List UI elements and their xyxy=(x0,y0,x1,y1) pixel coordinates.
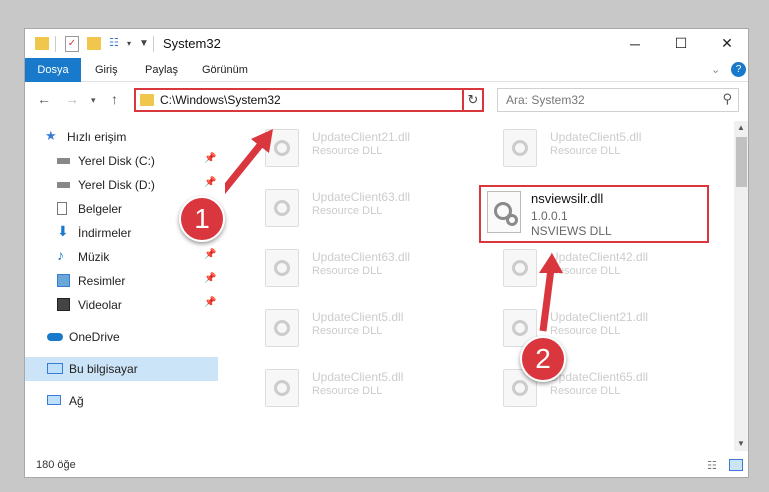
document-icon xyxy=(57,202,67,215)
pin-icon[interactable]: 📌 xyxy=(204,297,216,308)
sidebar-item-onedrive[interactable]: OneDrive xyxy=(25,325,218,349)
minimize-icon: ─ xyxy=(630,35,640,52)
view-options-icon[interactable]: ☷ xyxy=(109,36,125,52)
sidebar-item-label: İndirmeler xyxy=(78,226,132,240)
refresh-button[interactable]: ↻ xyxy=(462,88,484,112)
pin-icon[interactable]: 📌 xyxy=(204,177,216,188)
drive-icon xyxy=(57,158,70,164)
folder-icon xyxy=(35,37,49,50)
item-count: 180 öğe xyxy=(36,459,76,471)
network-icon xyxy=(47,395,61,405)
arrow-2-head xyxy=(539,253,563,273)
sidebar-item-this-pc[interactable]: Bu bilgisayar xyxy=(25,357,218,381)
divider xyxy=(153,36,154,52)
sidebar-item-label: OneDrive xyxy=(69,330,120,344)
folder-icon xyxy=(140,94,154,106)
ribbon-expand-icon[interactable]: ⌄ xyxy=(711,58,720,82)
download-icon: ⬇ xyxy=(57,223,69,239)
search-icon: ⚲ xyxy=(722,91,732,106)
file-list: UpdateClient21.dll Resource DLL UpdateCl… xyxy=(179,121,733,451)
pin-icon[interactable]: 📌 xyxy=(204,153,216,164)
sidebar-item-label: Ağ xyxy=(69,394,84,408)
window-title: System32 xyxy=(163,36,221,51)
details-view-icon[interactable]: ☷ xyxy=(707,459,717,472)
sidebar-item-label: Belgeler xyxy=(78,202,123,216)
tab-home[interactable]: Giriş xyxy=(95,58,118,82)
address-text: C:\Windows\System32 xyxy=(160,93,281,107)
search-input[interactable]: Ara: System32 ⚲ xyxy=(497,88,739,112)
pin-icon[interactable]: 📌 xyxy=(204,273,216,284)
tab-share[interactable]: Paylaş xyxy=(145,58,178,82)
sidebar-item-label: Resimler xyxy=(78,274,126,288)
sidebar-item-network[interactable]: Ağ xyxy=(25,389,218,413)
minimize-button[interactable]: ─ xyxy=(612,29,658,58)
properties-icon[interactable]: ✓ xyxy=(65,36,79,52)
drive-icon xyxy=(57,182,70,188)
chevron-down-icon[interactable]: ▾ xyxy=(127,39,135,55)
sidebar-item-label: Müzik xyxy=(78,250,110,264)
scroll-up-icon[interactable]: ▲ xyxy=(737,123,745,132)
close-button[interactable]: ✕ xyxy=(704,29,748,58)
arrow-1 xyxy=(225,136,268,195)
sidebar-item-disk-d[interactable]: Yerel Disk (D:) 📌 xyxy=(25,173,218,197)
title-bar: ✓ ☷ ▾ ▼ System32 ─ ☐ ✕ xyxy=(25,29,748,58)
explorer-window: ✓ ☷ ▾ ▼ System32 ─ ☐ ✕ Dosya Giriş Payla… xyxy=(24,28,749,478)
star-icon: ★ xyxy=(45,128,57,143)
sidebar-item-label: Videolar xyxy=(78,298,122,312)
annotation-badge-2: 2 xyxy=(520,336,566,382)
pin-icon[interactable]: 📌 xyxy=(204,249,216,260)
close-icon: ✕ xyxy=(721,35,733,51)
forward-button[interactable]: → xyxy=(65,91,79,107)
sidebar-item-disk-c[interactable]: Yerel Disk (C:) 📌 xyxy=(25,149,218,173)
back-button[interactable]: ← xyxy=(37,91,51,107)
new-folder-icon[interactable] xyxy=(87,37,101,50)
refresh-icon: ↻ xyxy=(467,92,479,107)
help-icon[interactable]: ? xyxy=(731,62,746,77)
navigation-pane: ★ Hızlı erişim Yerel Disk (C:) 📌 Yerel D… xyxy=(25,121,218,441)
annotation-arrows xyxy=(225,129,563,332)
sidebar-item-label: Hızlı erişim xyxy=(67,130,127,144)
navigation-bar: ← → ▾ ↑ C:\Windows\System32 ⌄ ↻ Ara: Sys… xyxy=(25,83,748,117)
maximize-button[interactable]: ☐ xyxy=(658,29,704,58)
divider xyxy=(55,36,56,52)
address-bar[interactable]: C:\Windows\System32 ⌄ xyxy=(134,88,483,112)
video-icon xyxy=(57,298,70,311)
tab-view[interactable]: Görünüm xyxy=(202,58,248,82)
status-bar: 180 öğe ☷ xyxy=(25,454,748,477)
computer-icon xyxy=(47,363,63,374)
search-placeholder: Ara: System32 xyxy=(506,93,585,107)
maximize-icon: ☐ xyxy=(674,35,688,51)
pictures-icon xyxy=(57,274,70,287)
tab-file[interactable]: Dosya xyxy=(25,58,81,82)
recent-locations-icon[interactable]: ▾ xyxy=(91,95,96,106)
scroll-down-icon[interactable]: ▼ xyxy=(737,439,745,448)
scrollbar-thumb[interactable] xyxy=(736,137,747,187)
arrow-2 xyxy=(539,268,555,332)
customize-qa-icon[interactable]: ▼ xyxy=(139,38,149,54)
annotation-badge-1: 1 xyxy=(179,196,225,242)
sidebar-item-music[interactable]: ♪ Müzik 📌 xyxy=(25,245,218,269)
sidebar-item-label: Yerel Disk (D:) xyxy=(78,178,155,192)
music-icon: ♪ xyxy=(57,247,64,263)
sidebar-item-quick-access[interactable]: ★ Hızlı erişim xyxy=(25,125,218,149)
ribbon: Dosya Giriş Paylaş Görünüm ⌄ ? xyxy=(25,58,748,82)
sidebar-item-videos[interactable]: Videolar 📌 xyxy=(25,293,218,317)
vertical-scrollbar[interactable]: ▲ ▼ xyxy=(734,121,748,451)
sidebar-item-label: Bu bilgisayar xyxy=(69,362,138,376)
up-button[interactable]: ↑ xyxy=(111,91,118,107)
large-icons-view-icon[interactable] xyxy=(729,459,743,471)
sidebar-item-pictures[interactable]: Resimler 📌 xyxy=(25,269,218,293)
sidebar-item-label: Yerel Disk (C:) xyxy=(78,154,155,168)
cloud-icon xyxy=(47,333,63,341)
